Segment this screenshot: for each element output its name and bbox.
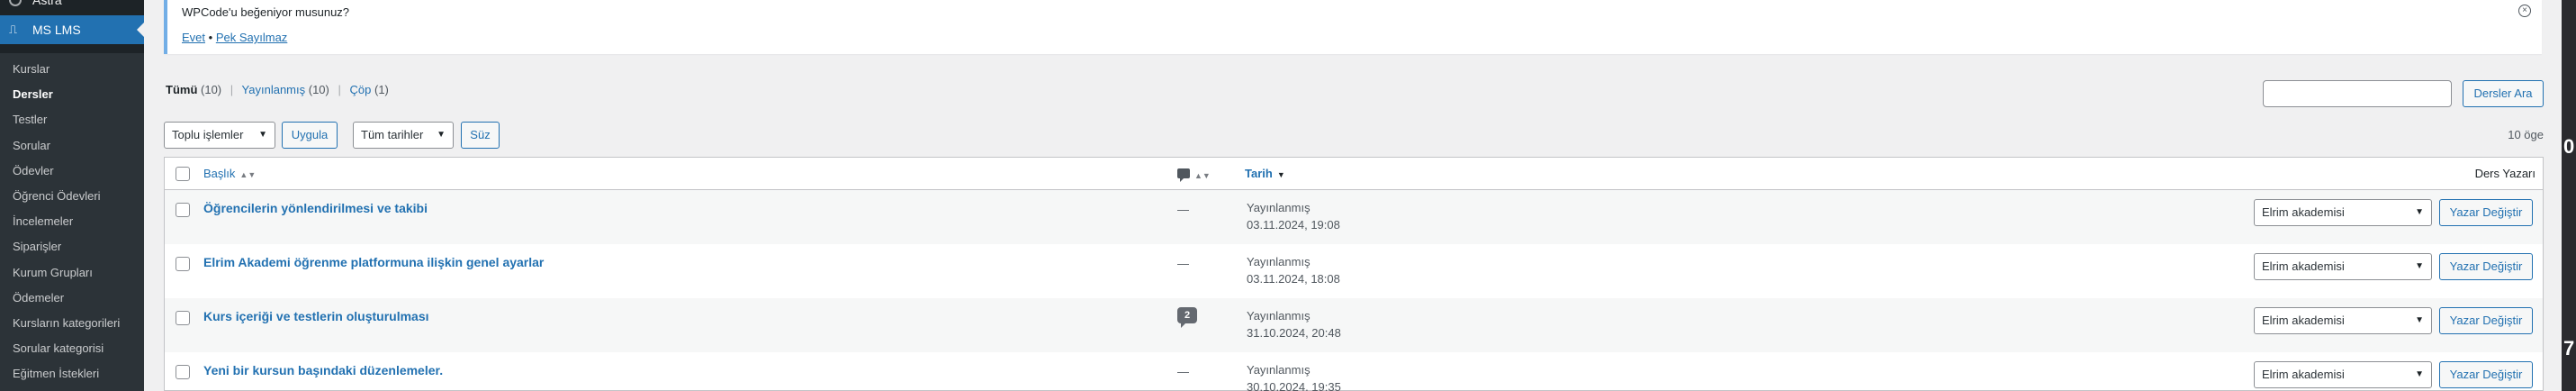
row-checkbox[interactable] — [176, 257, 190, 271]
row-checkbox[interactable] — [176, 365, 190, 379]
filter-separator: | — [338, 83, 341, 96]
sidebar-item-egitmen-istekleri[interactable]: Eğitmen İstekleri — [0, 361, 144, 386]
apply-button[interactable]: Uygula — [282, 122, 338, 149]
post-date: 31.10.2024, 20:48 — [1247, 326, 1341, 340]
notice-no-link[interactable]: Pek Sayılmaz — [216, 31, 287, 44]
table-header: Başlık ▲▼ ▲▼ Tarih ▼ Ders Yazarı — [165, 158, 2543, 190]
table-row: Elrim Akademi öğrenme platformuna ilişki… — [165, 244, 2543, 298]
sort-icon: ▲▼ — [239, 170, 257, 179]
chevron-down-icon: ▼ — [258, 130, 267, 140]
current-menu-arrow — [137, 23, 144, 37]
notice-links: Evet • Pek Sayılmaz — [182, 31, 287, 44]
sort-icon: ▲▼ — [1194, 171, 1211, 180]
change-author-button[interactable]: Yazar Değiştir — [2439, 253, 2533, 280]
filter-trash[interactable]: Çöp (1) — [350, 83, 389, 96]
sidebar-item-dersler[interactable]: Dersler — [0, 82, 144, 107]
post-status: Yayınlanmış — [1247, 363, 1311, 377]
lesson-title-link[interactable]: Kurs içeriği ve testlerin oluşturulması — [203, 309, 429, 323]
column-comments[interactable]: ▲▼ — [1177, 168, 1211, 182]
chevron-down-icon: ▼ — [2415, 207, 2424, 217]
sidebar-item-astra[interactable]: Astra — [0, 0, 144, 16]
date-filter-select[interactable]: Tüm tarihler ▼ — [353, 122, 454, 149]
comment-count: — — [1177, 257, 1189, 270]
sidebar-item-odevler[interactable]: Ödevler — [0, 159, 144, 184]
table-row: Öğrencilerin yönlendirilmesi ve takibi —… — [165, 190, 2543, 244]
notice-question: WPCode'u beğeniyor musunuz? — [182, 5, 350, 19]
window-edge: 0 7 — [2562, 0, 2576, 391]
filter-all[interactable]: Tümü (10) — [166, 83, 221, 96]
lesson-title-link[interactable]: Öğrencilerin yönlendirilmesi ve takibi — [203, 201, 428, 215]
items-count: 10 öge — [2508, 128, 2544, 141]
comment-count-bubble[interactable]: 2 — [1177, 307, 1197, 328]
sidebar-item-testler[interactable]: Testler — [0, 107, 144, 132]
sidebar-item-sorular-kategorisi[interactable]: Sorular kategorisi — [0, 336, 144, 361]
chevron-down-icon: ▼ — [2415, 261, 2424, 271]
sidebar-item-ms-lms[interactable]: ⎍ MS LMS — [0, 15, 144, 44]
search-button[interactable]: Dersler Ara — [2463, 80, 2544, 107]
admin-sidebar: Astra ⎍ MS LMS Kurslar Dersler Testler S… — [0, 0, 144, 391]
lessons-table: Başlık ▲▼ ▲▼ Tarih ▼ Ders Yazarı Öğrencile… — [164, 157, 2544, 391]
comment-count: — — [1177, 365, 1189, 378]
lesson-title-link[interactable]: Yeni bir kursun başındaki düzenlemeler. — [203, 363, 443, 377]
sidebar-item-ogrenci-odevleri[interactable]: Öğrenci Ödevleri — [0, 184, 144, 209]
row-checkbox[interactable] — [176, 311, 190, 325]
table-row: Kurs içeriği ve testlerin oluşturulması … — [165, 298, 2543, 352]
bulk-actions-value: Toplu işlemler — [172, 128, 244, 141]
sidebar-submenu: Kurslar Dersler Testler Sorular Ödevler … — [0, 53, 144, 391]
post-date: 03.11.2024, 19:08 — [1247, 218, 1340, 232]
sidebar-item-kurslar[interactable]: Kurslar — [0, 57, 144, 82]
comment-icon — [1177, 168, 1190, 182]
notice-yes-link[interactable]: Evet — [182, 31, 205, 44]
sidebar-item-label: MS LMS — [32, 23, 81, 37]
select-all-checkbox[interactable] — [176, 167, 190, 181]
bulk-actions-select[interactable]: Toplu işlemler ▼ — [164, 122, 275, 149]
change-author-button[interactable]: Yazar Değiştir — [2439, 199, 2533, 226]
post-status: Yayınlanmış — [1247, 309, 1311, 323]
chevron-down-icon: ▼ — [437, 130, 446, 140]
lesson-title-link[interactable]: Elrim Akademi öğrenme platformuna ilişki… — [203, 255, 544, 269]
sidebar-item-label: Astra — [32, 0, 62, 7]
sidebar-item-kurum-gruplari[interactable]: Kurum Grupları — [0, 260, 144, 286]
post-date: 03.11.2024, 18:08 — [1247, 272, 1340, 286]
author-select[interactable]: Elrim akademisi ▼ — [2254, 253, 2432, 280]
status-filters: Tümü (10) | Yayınlanmış (10) | Çöp (1) — [166, 83, 389, 96]
sidebar-item-kurs-kategorileri[interactable]: Kursların kategorileri — [0, 311, 144, 336]
sidebar-item-siparisler[interactable]: Siparişler — [0, 234, 144, 259]
edge-digit: 0 — [2563, 135, 2575, 158]
column-date[interactable]: Tarih ▼ — [1245, 167, 1285, 180]
author-select[interactable]: Elrim akademisi ▼ — [2254, 199, 2432, 226]
edge-digit: 7 — [2563, 337, 2575, 359]
astra-icon — [9, 0, 22, 6]
chevron-down-icon: ▼ — [2415, 315, 2424, 325]
dismiss-icon[interactable]: × — [2518, 5, 2531, 17]
post-status: Yayınlanmış — [1247, 255, 1311, 268]
feedback-notice: WPCode'u beğeniyor musunuz? Evet • Pek S… — [164, 0, 2542, 54]
filter-separator: | — [230, 83, 234, 96]
filter-published[interactable]: Yayınlanmış (10) — [242, 83, 329, 96]
post-date: 30.10.2024, 19:35 — [1247, 380, 1341, 391]
sidebar-item-sorular[interactable]: Sorular — [0, 133, 144, 159]
column-author: Ders Yazarı — [2474, 167, 2535, 180]
table-row: Yeni bir kursun başındaki düzenlemeler. … — [165, 352, 2543, 391]
column-title[interactable]: Başlık ▲▼ — [203, 167, 256, 180]
author-select[interactable]: Elrim akademisi ▼ — [2254, 361, 2432, 388]
notice-separator: • — [208, 31, 213, 44]
sidebar-item-incelemeler[interactable]: İncelemeler — [0, 209, 144, 234]
row-checkbox[interactable] — [176, 203, 190, 217]
sort-desc-icon: ▼ — [1276, 170, 1285, 179]
date-filter-value: Tüm tarihler — [361, 128, 424, 141]
author-select[interactable]: Elrim akademisi ▼ — [2254, 307, 2432, 334]
ms-lms-icon: ⎍ — [9, 23, 18, 36]
change-author-button[interactable]: Yazar Değiştir — [2439, 307, 2533, 334]
post-status: Yayınlanmış — [1247, 201, 1311, 214]
filter-button[interactable]: Süz — [461, 122, 500, 149]
comment-count: — — [1177, 203, 1189, 216]
search-input[interactable] — [2263, 80, 2452, 107]
sidebar-item-odemeler[interactable]: Ödemeler — [0, 286, 144, 311]
change-author-button[interactable]: Yazar Değiştir — [2439, 361, 2533, 388]
chevron-down-icon: ▼ — [2415, 369, 2424, 379]
